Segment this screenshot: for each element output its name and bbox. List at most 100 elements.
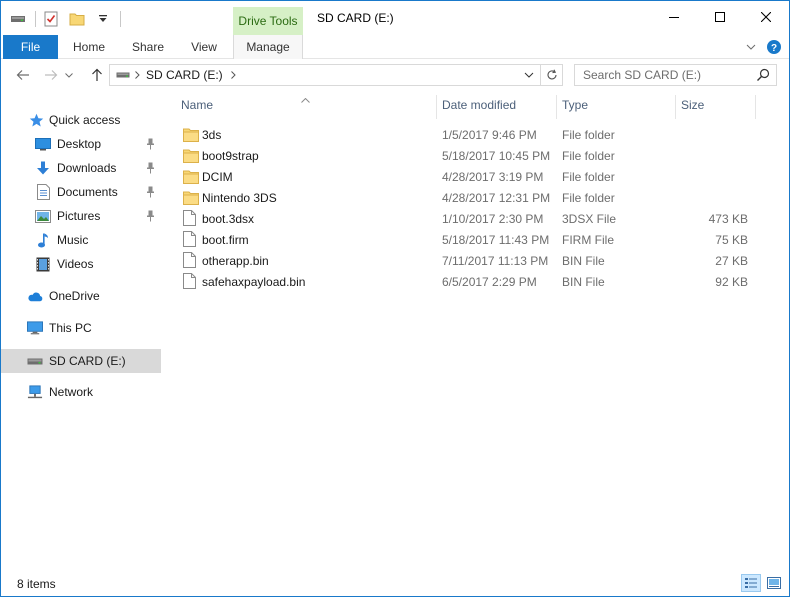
drive-icon[interactable] [9, 10, 27, 28]
column-header-name[interactable]: Name [181, 91, 433, 119]
tab-file[interactable]: File [3, 35, 58, 59]
file-row[interactable]: safehaxpayload.bin 6/5/2017 2:29 PM BIN Fi… [161, 271, 789, 292]
arrow-up-icon [92, 68, 102, 81]
column-header-type[interactable]: Type [562, 91, 674, 119]
minimize-icon [669, 17, 679, 18]
help-icon: ? [767, 40, 781, 54]
file-icon [183, 273, 199, 290]
arrow-left-icon [16, 70, 29, 80]
pin-icon[interactable] [145, 210, 155, 222]
desktop-icon [35, 136, 51, 152]
file-row[interactable]: otherapp.bin 7/11/2017 11:13 PM BIN File 27… [161, 250, 789, 271]
minimize-button[interactable] [651, 1, 697, 33]
tab-home[interactable]: Home [65, 35, 113, 59]
documents-icon [35, 184, 51, 200]
nav-music[interactable]: Music [1, 228, 161, 252]
quick-access-toolbar [9, 9, 127, 29]
file-date-modified: 4/28/2017 12:31 PM [442, 191, 551, 205]
nav-quick-access[interactable]: Quick access [1, 108, 161, 132]
folder-icon [183, 191, 199, 208]
properties-icon[interactable] [42, 10, 60, 28]
nav-onedrive[interactable]: OneDrive [1, 284, 161, 308]
close-icon [761, 12, 771, 22]
file-row[interactable]: Nintendo 3DS 4/28/2017 12:31 PM File folde… [161, 187, 789, 208]
file-row[interactable]: boot.firm 5/18/2017 11:43 PM FIRM File 75 K… [161, 229, 789, 250]
music-icon [35, 232, 51, 248]
folder-icon [183, 170, 199, 187]
file-type: File folder [562, 128, 615, 142]
forward-button[interactable] [41, 66, 61, 84]
nav-downloads[interactable]: Downloads [1, 156, 161, 180]
nav-label: Documents [57, 185, 118, 199]
details-view-button[interactable] [741, 574, 761, 592]
nav-pictures[interactable]: Pictures [1, 204, 161, 228]
file-list: Name Date modified Type Size 3ds 1/5/2017… [161, 91, 789, 569]
customize-qat-icon[interactable] [94, 10, 112, 28]
file-type: BIN File [562, 275, 605, 289]
tab-manage[interactable]: Manage [233, 35, 303, 59]
column-divider[interactable] [755, 95, 756, 119]
navigation-pane: Quick access Desktop Downloads Documents… [1, 91, 161, 569]
close-button[interactable] [743, 1, 789, 33]
help-button[interactable]: ? [765, 38, 783, 56]
maximize-button[interactable] [697, 1, 743, 33]
pin-icon[interactable] [145, 138, 155, 150]
nav-label: Network [49, 385, 94, 399]
pin-icon[interactable] [145, 186, 155, 198]
nav-desktop[interactable]: Desktop [1, 132, 161, 156]
nav-this-pc[interactable]: This PC [1, 316, 161, 340]
file-row[interactable]: boot.3dsx 1/10/2017 2:30 PM 3DSX File 473 K… [161, 208, 789, 229]
pictures-icon [35, 208, 51, 224]
new-folder-icon[interactable] [68, 10, 86, 28]
file-row[interactable]: boot9strap 5/18/2017 10:45 PM File folder [161, 145, 789, 166]
column-header-size[interactable]: Size [681, 91, 751, 119]
back-button[interactable] [13, 66, 33, 84]
pin-icon[interactable] [145, 162, 155, 174]
file-date-modified: 5/18/2017 11:43 PM [442, 233, 550, 247]
expand-ribbon-button[interactable] [741, 38, 761, 56]
nav-label: Downloads [57, 161, 117, 175]
nav-label: Quick access [49, 113, 121, 127]
details-view-icon [745, 578, 757, 588]
column-divider[interactable] [675, 95, 676, 119]
nav-network[interactable]: Network [1, 380, 161, 404]
breadcrumb-chevron-icon[interactable] [230, 71, 236, 79]
svg-text:?: ? [771, 43, 777, 54]
refresh-button[interactable] [540, 65, 562, 85]
maximize-icon [715, 12, 725, 22]
address-dropdown-button[interactable] [520, 65, 538, 85]
nav-documents[interactable]: Documents [1, 180, 161, 204]
nav-videos[interactable]: Videos [1, 252, 161, 276]
file-name: boot.3dsx [202, 212, 255, 226]
window-controls [651, 1, 789, 33]
videos-icon [35, 256, 51, 272]
file-icon [183, 210, 199, 227]
tab-view[interactable]: View [183, 35, 225, 59]
qat-separator-end [120, 11, 121, 27]
search-icon[interactable] [756, 68, 770, 85]
address-bar[interactable]: SD CARD (E:) [109, 64, 563, 86]
nav-label: SD CARD (E:) [49, 354, 126, 368]
nav-sd-card[interactable]: SD CARD (E:) [1, 349, 161, 373]
refresh-icon [547, 69, 557, 80]
up-button[interactable] [87, 66, 107, 84]
search-input[interactable] [583, 68, 753, 82]
file-row[interactable]: DCIM 4/28/2017 3:19 PM File folder [161, 166, 789, 187]
file-name: otherapp.bin [202, 254, 269, 268]
breadcrumb-separator-icon[interactable] [135, 71, 140, 79]
file-size: 75 KB [715, 233, 748, 247]
column-divider[interactable] [436, 95, 437, 119]
title-bar: Drive Tools SD CARD (E:) [1, 1, 789, 35]
recent-locations-button[interactable] [63, 66, 75, 84]
file-icon [183, 231, 199, 248]
large-icons-view-button[interactable] [764, 574, 784, 592]
file-date-modified: 4/28/2017 3:19 PM [442, 170, 544, 184]
column-divider[interactable] [556, 95, 557, 119]
breadcrumb-sd-card[interactable]: SD CARD (E:) [146, 68, 223, 82]
file-type: File folder [562, 149, 615, 163]
search-box [574, 64, 777, 86]
file-type: File folder [562, 191, 615, 205]
column-header-date[interactable]: Date modified [442, 91, 554, 119]
file-row[interactable]: 3ds 1/5/2017 9:46 PM File folder [161, 124, 789, 145]
tab-share[interactable]: Share [125, 35, 171, 59]
